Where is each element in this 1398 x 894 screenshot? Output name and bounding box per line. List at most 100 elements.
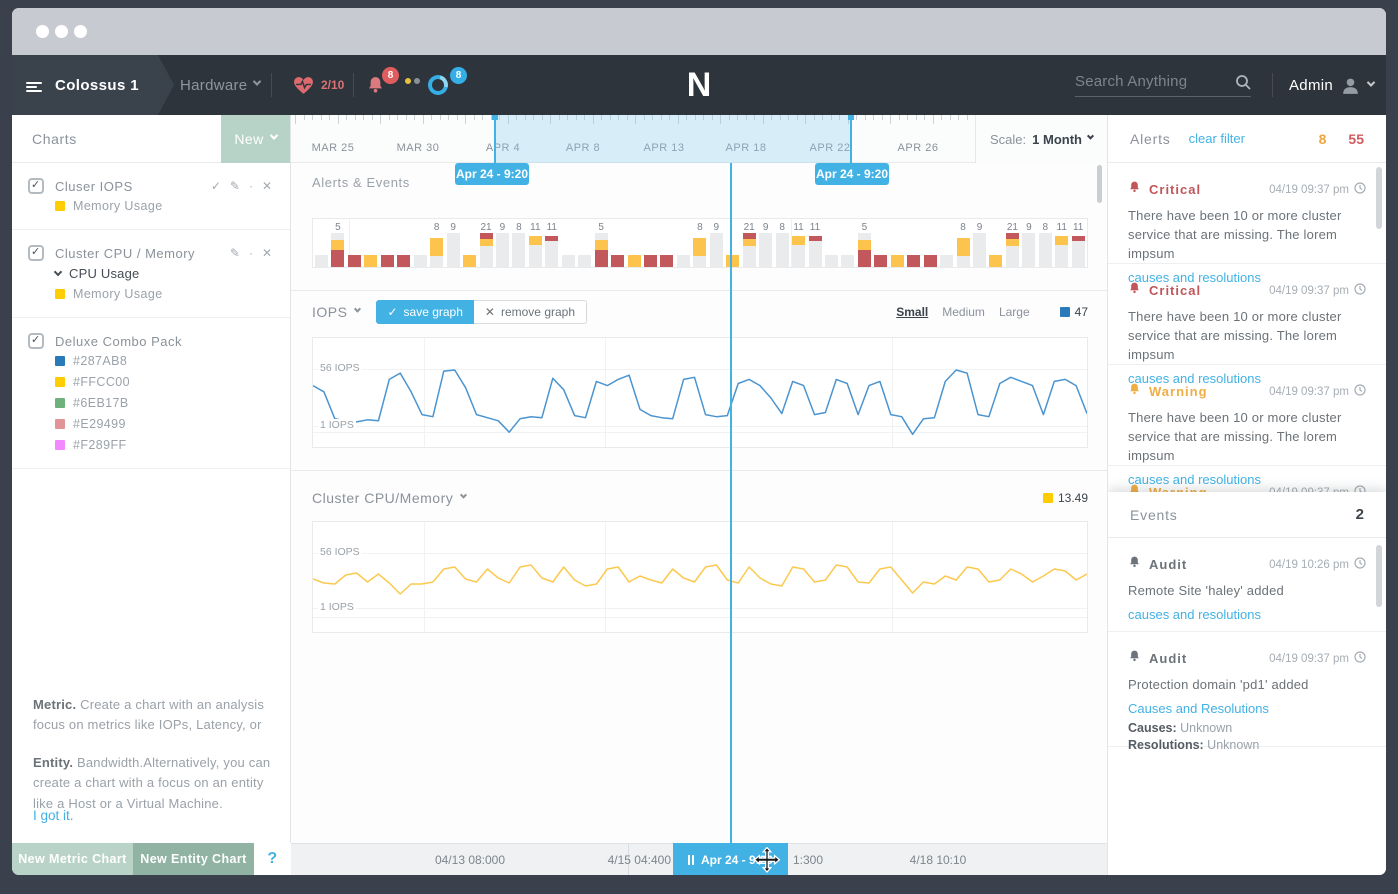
bottom-time-label: 4/15 04:400 (608, 853, 671, 867)
search-bar[interactable]: Search Anything (1075, 55, 1251, 115)
close-icon[interactable]: ✕ (262, 179, 272, 193)
metric-row: CPU Usage (55, 264, 272, 282)
alerts-bell[interactable] (366, 55, 385, 115)
scrollbar-thumb[interactable] (1376, 545, 1382, 607)
nutanix-logo: N (687, 55, 712, 115)
alert-bar (660, 255, 673, 267)
new-chart-button[interactable]: New (221, 115, 290, 163)
events-panel: Events 2 Audit04/19 10:26 pmRemote Site … (1108, 492, 1386, 875)
scale-dropdown[interactable]: Scale: 1 Month (975, 115, 1107, 163)
range-end-pill[interactable]: Apr 24 - 9:20 (815, 163, 889, 185)
size-small[interactable]: Small (896, 305, 928, 319)
size-medium[interactable]: Medium (942, 305, 985, 319)
user-menu[interactable]: Admin (1289, 55, 1374, 115)
alert-bar-count: 11 (1057, 222, 1067, 233)
sidebar-title: Charts (32, 131, 77, 147)
window-control-icon[interactable] (74, 25, 87, 38)
alert-card: Critical04/19 09:37 pmThere have been 10… (1108, 264, 1386, 365)
red-segment (874, 255, 887, 267)
alert-count-badge[interactable]: 8 (382, 67, 399, 84)
bottom-timeline[interactable]: Apr 24 - 9:20 04/13 08:0004/15 04:4001:3… (291, 843, 1107, 875)
help-button[interactable]: ? (254, 843, 291, 875)
gray-segment (759, 233, 772, 267)
alerts-events-panel: Alerts clear filter 8 55 Critical04/19 0… (1107, 115, 1386, 875)
card-message: There have been 10 or more cluster servi… (1128, 409, 1366, 466)
dot-icon[interactable]: · (249, 246, 253, 260)
edit-icon[interactable]: ✎ (230, 179, 240, 193)
gray-segment (1022, 233, 1035, 267)
causes-resolutions-link[interactable]: Causes and Resolutions (1128, 701, 1269, 716)
card-message: There have been 10 or more cluster servi… (1128, 308, 1366, 365)
check-icon[interactable]: ✓ (211, 179, 221, 193)
checkbox-checked[interactable] (28, 245, 44, 261)
severity-label: Audit (1149, 651, 1187, 666)
hardware-menu[interactable]: Hardware (180, 55, 260, 115)
save-graph-button[interactable]: ✓ save graph (376, 300, 473, 324)
gray-segment (677, 255, 690, 267)
ruler-tick (312, 115, 313, 120)
card-title-row: Audit04/19 09:37 pm (1128, 649, 1366, 668)
close-icon[interactable]: ✕ (262, 246, 272, 260)
clear-filter-link[interactable]: clear filter (1189, 131, 1245, 146)
yellow-segment (331, 240, 344, 250)
yellow-segment (957, 238, 970, 256)
scrollbar-thumb[interactable] (1376, 167, 1382, 229)
gray-segment (529, 245, 542, 267)
close-icon: ✕ (485, 305, 495, 319)
scrollbar-thumb[interactable] (1097, 165, 1102, 203)
iops-line-chart: 56 IOPS 1 IOPS (312, 337, 1088, 448)
alert-bar (578, 255, 591, 267)
alert-bar-count: 8 (516, 222, 522, 233)
chart-item-title-row: Deluxe Combo Pack (28, 333, 272, 349)
range-start-pill[interactable]: Apr 24 - 9:20 (455, 163, 529, 185)
search-input[interactable]: Search Anything (1075, 73, 1187, 90)
ruler-tick (457, 115, 458, 120)
card-timestamp: 04/19 09:37 pm (1269, 182, 1366, 197)
metric-row: Memory Usage (55, 285, 272, 303)
ruler-tick (907, 115, 908, 120)
alert-bar (315, 255, 328, 267)
dismiss-help-link[interactable]: I got it. (33, 808, 74, 823)
ruler-tick (329, 115, 330, 120)
checkbox-checked[interactable] (28, 333, 44, 349)
cpu-memory-title[interactable]: Cluster CPU/Memory (312, 490, 466, 506)
gray-segment (562, 255, 575, 267)
alert-bar (759, 233, 772, 267)
chevron-down-icon[interactable] (54, 267, 62, 275)
ruler-tick (916, 115, 917, 120)
pause-icon[interactable] (688, 855, 694, 865)
edit-icon[interactable]: ✎ (230, 246, 240, 260)
chart-item-name: Cluser IOPS (55, 179, 211, 194)
cluster-name[interactable]: Colossus 1 (55, 55, 139, 115)
task-count-badge[interactable]: 8 (450, 67, 467, 84)
chart-list-item: Cluser IOPS✓✎·✕Memory Usage (12, 163, 290, 230)
critical-count: 55 (1348, 131, 1364, 147)
new-metric-chart-button[interactable]: New Metric Chart (12, 843, 133, 875)
health-indicator[interactable]: 2/10 (293, 55, 344, 115)
alerts-header: Alerts clear filter 8 55 (1108, 115, 1386, 163)
severity-label: Critical (1149, 182, 1201, 197)
checkbox-checked[interactable] (28, 178, 44, 194)
window-control-icon[interactable] (36, 25, 49, 38)
new-entity-chart-button[interactable]: New Entity Chart (133, 843, 254, 875)
dot-icon[interactable]: · (249, 179, 253, 193)
remove-graph-button[interactable]: ✕ remove graph (474, 300, 587, 324)
alert-bar (562, 255, 575, 267)
timeline-header[interactable]: MAR 25MAR 30APR 4APR 8APR 13APR 18APR 22… (291, 115, 1107, 163)
timeline-date-label: MAR 25 (312, 142, 355, 154)
time-cursor-line[interactable] (730, 163, 732, 843)
iops-title[interactable]: IOPS (312, 304, 360, 320)
ruler-tick (414, 115, 415, 120)
alert-bar (809, 236, 822, 267)
color-swatch (55, 398, 65, 408)
causes-resolutions-link[interactable]: causes and resolutions (1128, 607, 1261, 622)
chevron-down-icon (269, 131, 277, 139)
size-large[interactable]: Large (999, 305, 1030, 319)
alert-bar (611, 255, 624, 267)
window-control-icon[interactable] (55, 25, 68, 38)
menu-icon[interactable] (26, 55, 42, 115)
chevron-down-icon (1087, 133, 1094, 140)
tasks-spinner[interactable] (428, 55, 448, 115)
timeline-selection[interactable] (495, 115, 851, 163)
search-icon[interactable] (1235, 74, 1251, 90)
